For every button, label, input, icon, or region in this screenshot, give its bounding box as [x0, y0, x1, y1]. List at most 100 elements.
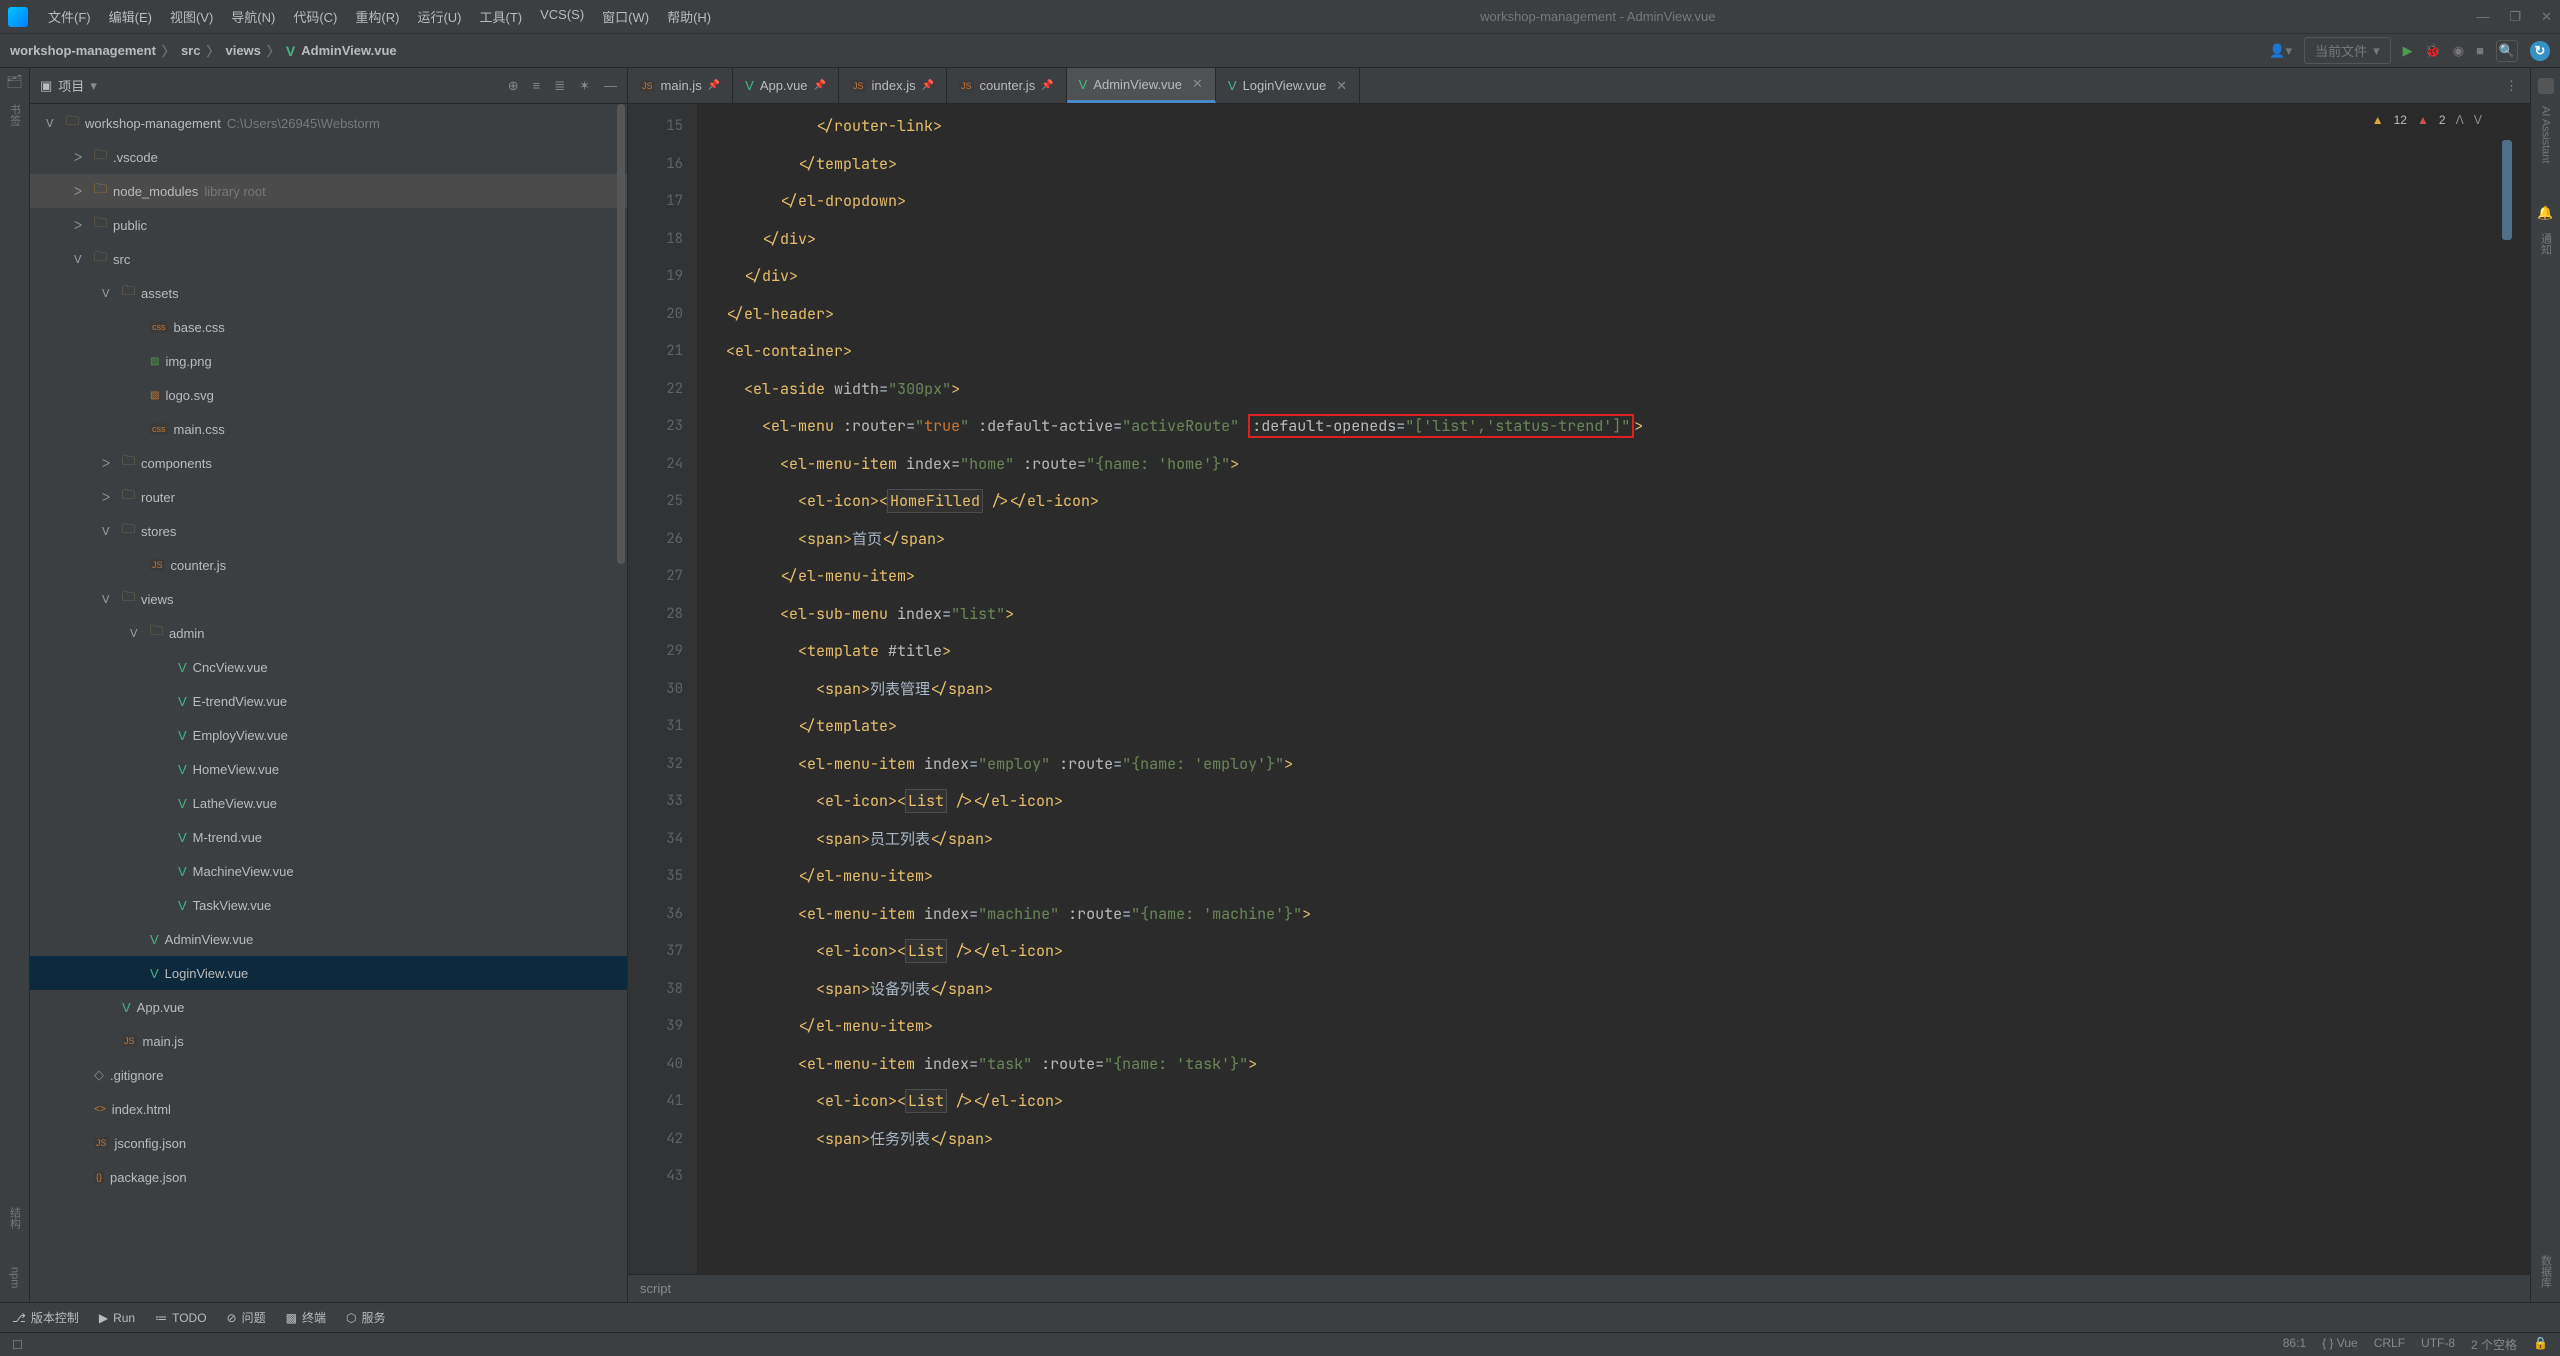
- file-type[interactable]: { } Vue: [2322, 1336, 2358, 1353]
- chevron-icon[interactable]: ᐯ: [74, 253, 88, 266]
- menu-view[interactable]: 视图(V): [162, 3, 221, 30]
- breadcrumb-root[interactable]: workshop-management: [10, 43, 156, 58]
- tree-item[interactable]: ▧ logo.svg: [30, 378, 627, 412]
- tree-item[interactable]: V M-trend.vue: [30, 820, 627, 854]
- editor-tab[interactable]: JScounter.js📌: [947, 68, 1067, 103]
- tree-item[interactable]: ▧ img.png: [30, 344, 627, 378]
- maximize-button[interactable]: ❐: [2509, 9, 2521, 25]
- project-tool-icon[interactable]: 🗂: [6, 74, 23, 90]
- tree-item[interactable]: JS jsconfig.json: [30, 1126, 627, 1160]
- project-tree[interactable]: ᐯ🗀 workshop-management C:\Users\26945\We…: [30, 104, 627, 1302]
- menu-code[interactable]: 代码(C): [285, 3, 345, 30]
- close-tab-icon[interactable]: ✕: [1336, 78, 1347, 94]
- select-opened-file-icon[interactable]: ⊕: [508, 78, 519, 94]
- tree-item[interactable]: css base.css: [30, 310, 627, 344]
- cursor-position[interactable]: 86:1: [2283, 1336, 2306, 1353]
- search-button[interactable]: 🔍: [2496, 40, 2518, 62]
- minimize-button[interactable]: —: [2476, 9, 2489, 25]
- tree-item[interactable]: ᐯ🗀 src: [30, 242, 627, 276]
- tree-item[interactable]: JS main.js: [30, 1024, 627, 1058]
- close-tab-icon[interactable]: ✕: [1192, 76, 1203, 92]
- chevron-icon[interactable]: ᐳ: [74, 185, 88, 198]
- tree-item[interactable]: V MachineView.vue: [30, 854, 627, 888]
- tree-item[interactable]: ᐳ🗀 components: [30, 446, 627, 480]
- update-button[interactable]: ↻: [2530, 41, 2550, 61]
- chevron-icon[interactable]: ᐯ: [102, 287, 116, 300]
- code-editor[interactable]: </router-link> </template> </el-dropdown…: [698, 104, 2530, 1274]
- menu-navigate[interactable]: 导航(N): [223, 3, 283, 30]
- tree-item[interactable]: ᐯ🗀 stores: [30, 514, 627, 548]
- editor-scrollbar-thumb[interactable]: [2502, 140, 2512, 240]
- menu-refactor[interactable]: 重构(R): [347, 3, 407, 30]
- tree-item[interactable]: ᐯ🗀 workshop-management C:\Users\26945\We…: [30, 106, 627, 140]
- menu-file[interactable]: 文件(F): [40, 3, 99, 30]
- breadcrumb-src[interactable]: src: [181, 43, 201, 58]
- problems-tool[interactable]: ⊘问题: [227, 1309, 266, 1326]
- ai-icon[interactable]: [2538, 78, 2554, 94]
- encoding[interactable]: UTF-8: [2421, 1336, 2455, 1353]
- tree-item[interactable]: V HomeView.vue: [30, 752, 627, 786]
- line-separator[interactable]: CRLF: [2374, 1336, 2405, 1353]
- tree-item[interactable]: V LatheView.vue: [30, 786, 627, 820]
- expand-all-icon[interactable]: ≡: [533, 78, 541, 94]
- pin-icon[interactable]: 📌: [708, 80, 720, 91]
- menu-vcs[interactable]: VCS(S): [532, 3, 592, 30]
- tree-item[interactable]: V E-trendView.vue: [30, 684, 627, 718]
- debug-button[interactable]: 🐞: [2425, 43, 2441, 59]
- chevron-icon[interactable]: ᐯ: [102, 525, 116, 538]
- user-icon[interactable]: 👤▾: [2269, 43, 2292, 59]
- tree-item[interactable]: ᐳ🗀 .vscode: [30, 140, 627, 174]
- chevron-icon[interactable]: ᐯ: [130, 627, 144, 640]
- notifications-tool[interactable]: 通知: [2538, 233, 2554, 255]
- chevron-down-icon[interactable]: ▾: [90, 78, 97, 94]
- tree-item[interactable]: V CncView.vue: [30, 650, 627, 684]
- tree-item[interactable]: V App.vue: [30, 990, 627, 1024]
- settings-icon[interactable]: ✶: [579, 78, 590, 94]
- run-button[interactable]: ▶: [2403, 43, 2413, 59]
- tree-item[interactable]: JS counter.js: [30, 548, 627, 582]
- tree-item[interactable]: ᐳ🗀 router: [30, 480, 627, 514]
- tree-scrollbar-thumb[interactable]: [617, 104, 625, 564]
- tree-item[interactable]: ᐯ🗀 admin: [30, 616, 627, 650]
- tree-item[interactable]: ᐯ🗀 assets: [30, 276, 627, 310]
- tree-item[interactable]: V AdminView.vue: [30, 922, 627, 956]
- database-tool[interactable]: 数据库: [2538, 1255, 2554, 1288]
- pin-icon[interactable]: 📌: [1041, 80, 1053, 91]
- chevron-icon[interactable]: ᐳ: [74, 151, 88, 164]
- tree-item[interactable]: V LoginView.vue: [30, 956, 627, 990]
- terminal-tool[interactable]: ▩终端: [286, 1309, 326, 1326]
- status-bar-icon[interactable]: ☐: [12, 1338, 23, 1352]
- vcs-tool[interactable]: ⎇版本控制: [12, 1309, 79, 1326]
- editor-tab[interactable]: VApp.vue📌: [733, 68, 839, 103]
- chevron-icon[interactable]: ᐳ: [102, 491, 116, 504]
- tree-item[interactable]: V TaskView.vue: [30, 888, 627, 922]
- prev-highlight-icon[interactable]: ᐱ: [2456, 113, 2464, 127]
- breadcrumb-views[interactable]: views: [225, 43, 260, 58]
- structure-tool[interactable]: 结构: [7, 1203, 23, 1233]
- indent[interactable]: 2 个空格: [2471, 1336, 2517, 1353]
- services-tool[interactable]: ⬡服务: [346, 1309, 386, 1326]
- menu-window[interactable]: 窗口(W): [594, 3, 657, 30]
- chevron-icon[interactable]: ᐳ: [74, 219, 88, 232]
- menu-edit[interactable]: 编辑(E): [101, 3, 160, 30]
- next-highlight-icon[interactable]: ᐯ: [2474, 113, 2482, 127]
- tree-item[interactable]: <> index.html: [30, 1092, 627, 1126]
- editor-breadcrumb[interactable]: script: [628, 1274, 2530, 1302]
- close-button[interactable]: ✕: [2541, 9, 2552, 25]
- tree-item[interactable]: ᐳ🗀 public: [30, 208, 627, 242]
- bookmarks-tool[interactable]: 书签: [7, 100, 23, 130]
- pin-icon[interactable]: 📌: [814, 80, 826, 91]
- stop-button[interactable]: ■: [2476, 43, 2484, 58]
- lock-icon[interactable]: 🔒: [2533, 1336, 2548, 1353]
- run-with-coverage-button[interactable]: ◉: [2453, 43, 2464, 59]
- editor-tab[interactable]: VAdminView.vue✕: [1067, 68, 1216, 103]
- run-configuration[interactable]: 当前文件▾: [2304, 37, 2391, 64]
- menu-run[interactable]: 运行(U): [409, 3, 469, 30]
- tree-item[interactable]: {} package.json: [30, 1160, 627, 1194]
- chevron-icon[interactable]: ᐯ: [46, 117, 60, 130]
- editor-tab[interactable]: JSmain.js📌: [628, 68, 733, 103]
- line-gutter[interactable]: 1516171819202122232425262728293031323334…: [628, 104, 698, 1274]
- tree-item[interactable]: V EmployView.vue: [30, 718, 627, 752]
- tree-item[interactable]: ◇ .gitignore: [30, 1058, 627, 1092]
- tree-item[interactable]: ᐯ🗀 views: [30, 582, 627, 616]
